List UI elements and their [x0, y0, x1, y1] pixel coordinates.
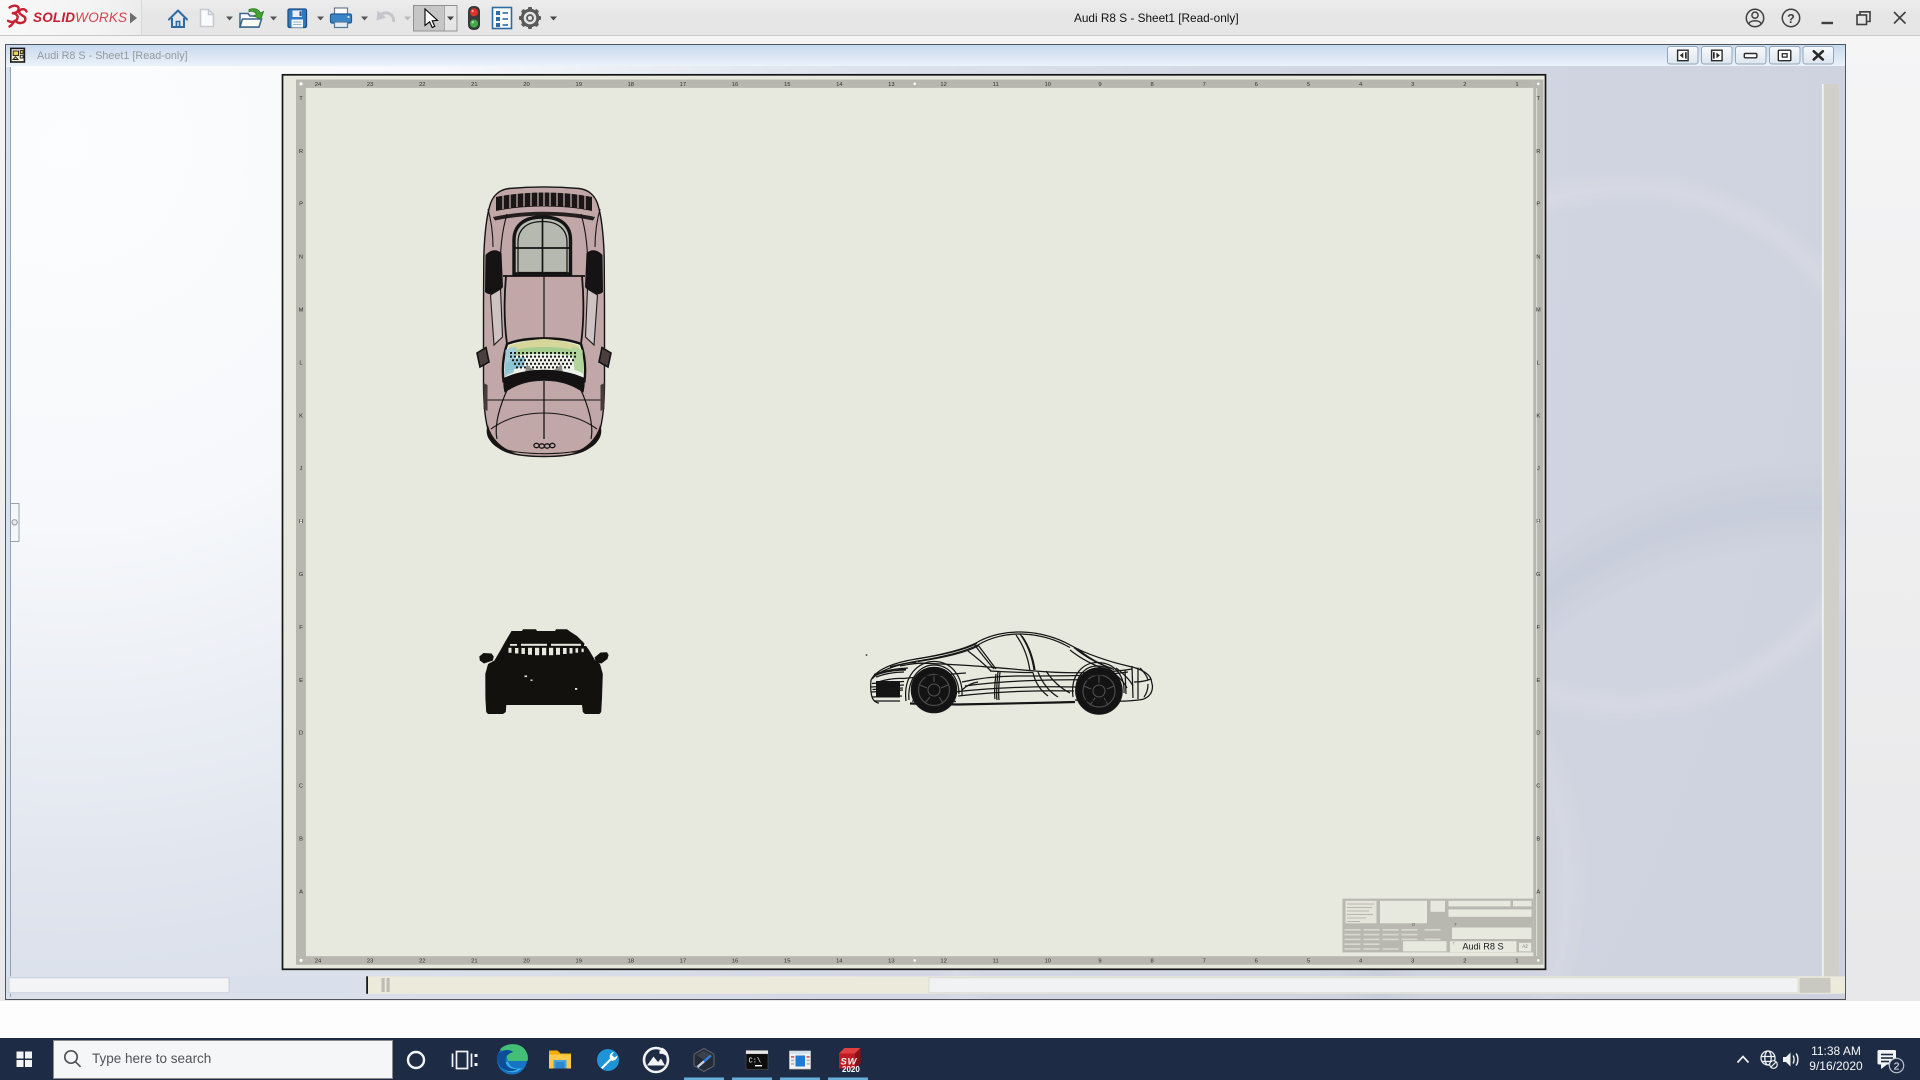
svg-text:B: B [299, 837, 303, 843]
svg-text:M: M [299, 308, 304, 314]
svg-text:G: G [1536, 572, 1541, 578]
svg-text:E: E [1536, 678, 1540, 684]
svg-text:P: P [1536, 202, 1540, 208]
svg-text:SOLIDWORKS: SOLIDWORKS [33, 10, 127, 25]
svg-text:M: M [1536, 308, 1541, 314]
svg-text:E: E [299, 678, 303, 684]
svg-text:H: H [299, 519, 303, 525]
svg-text:N: N [299, 255, 303, 261]
svg-text:J: J [1537, 466, 1540, 472]
svg-text:F: F [299, 625, 303, 631]
svg-text:Audi R8 S: Audi R8 S [1462, 941, 1503, 951]
svg-text:H: H [1536, 519, 1540, 525]
svg-text:2020: 2020 [842, 1065, 860, 1074]
svg-text:?: ? [1787, 12, 1795, 26]
svg-text:A2: A2 [1522, 944, 1528, 949]
svg-text:T: T [1454, 922, 1457, 927]
svg-text:C: C [1536, 784, 1540, 790]
svg-text:D: D [1536, 731, 1540, 737]
svg-text:A: A [1536, 889, 1540, 895]
svg-text:G: G [299, 572, 304, 578]
svg-text:T: T [299, 96, 303, 102]
svg-text:C:\: C:\ [749, 1058, 762, 1066]
svg-text:J: J [300, 466, 303, 472]
svg-text:T: T [1537, 96, 1541, 102]
svg-text:N: N [1536, 255, 1540, 261]
svg-text:K: K [1536, 413, 1540, 419]
svg-text:2: 2 [1894, 1061, 1900, 1073]
svg-text:R: R [299, 149, 303, 155]
svg-text:A: A [299, 889, 303, 895]
svg-text:C: C [299, 784, 303, 790]
svg-text:P: P [299, 202, 303, 208]
svg-text:D: D [299, 731, 303, 737]
svg-text:R: R [1536, 149, 1540, 155]
svg-text:K: K [299, 413, 303, 419]
svg-text:B: B [1536, 837, 1540, 843]
svg-text:F: F [1537, 625, 1541, 631]
